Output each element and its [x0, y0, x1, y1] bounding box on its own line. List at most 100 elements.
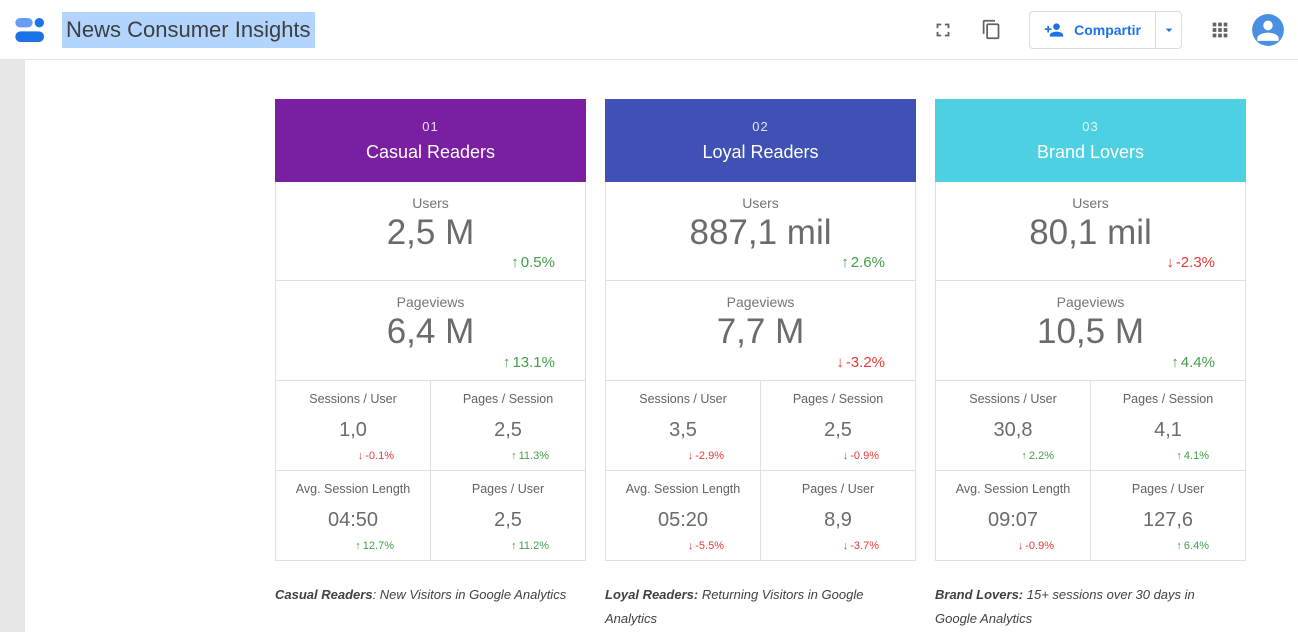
metric-pages-per-user: Pages / User 127,6 6.4% — [1091, 471, 1245, 560]
share-button[interactable]: Compartir — [1030, 12, 1155, 48]
metric-pages-per-user: Pages / User 8,9 -3.7% — [761, 471, 915, 560]
trend-up-icon — [1021, 450, 1027, 462]
metric-value: 10,5 M — [936, 312, 1245, 352]
metric-label: Sessions / User — [936, 381, 1090, 406]
segment-card-header: 02 Loyal Readers — [605, 99, 916, 182]
trend-down-icon — [843, 450, 849, 462]
header-actions: Compartir — [927, 11, 1284, 49]
segment-footnote-term: Brand Lovers: — [935, 587, 1023, 602]
trend-down-icon — [688, 540, 694, 552]
segment-number: 02 — [752, 119, 768, 134]
segment-footnote: Brand Lovers: 15+ sessions over 30 days … — [935, 583, 1227, 631]
metric-label: Avg. Session Length — [606, 471, 760, 496]
apps-grid-icon — [1209, 19, 1231, 41]
metric-change: 4.4% — [1171, 354, 1215, 371]
metric-label: Pageviews — [936, 281, 1245, 310]
metric-label: Pages / Session — [761, 381, 915, 406]
segment-footnote: Casual Readers: New Visitors in Google A… — [275, 583, 567, 607]
metric-pageviews: Pageviews 7,7 M -3.2% — [606, 281, 915, 380]
report-main: 01 Casual Readers Users 2,5 M 0.5% Pagev… — [0, 60, 1298, 632]
metric-users: Users 887,1 mil 2.6% — [606, 182, 915, 280]
metric-pages-per-session: Pages / Session 2,5 -0.9% — [761, 381, 915, 470]
metric-avg-session-length: Avg. Session Length 05:20 -5.5% — [606, 471, 760, 560]
copy-report-button[interactable] — [975, 14, 1007, 46]
chevron-down-icon — [1161, 22, 1177, 38]
fullscreen-icon — [932, 19, 954, 41]
metric-users: Users 2,5 M 0.5% — [276, 182, 585, 280]
metric-change: -3.7% — [843, 540, 879, 552]
trend-down-icon — [843, 540, 849, 552]
segment-card: 01 Casual Readers Users 2,5 M 0.5% Pagev… — [275, 99, 586, 631]
trend-down-icon — [688, 450, 694, 462]
metric-avg-session-length: Avg. Session Length 09:07 -0.9% — [936, 471, 1090, 560]
segment-footnote-term: Loyal Readers: — [605, 587, 698, 602]
metric-label: Avg. Session Length — [936, 471, 1090, 496]
metric-change-value: 13.1% — [512, 354, 555, 371]
copy-pages-icon — [981, 19, 1002, 40]
trend-up-icon — [511, 450, 517, 462]
metric-avg-session-length: Avg. Session Length 04:50 12.7% — [276, 471, 430, 560]
metric-pages-per-session: Pages / Session 4,1 4.1% — [1091, 381, 1245, 470]
metric-change-value: 4.4% — [1181, 354, 1215, 371]
trend-down-icon — [836, 354, 844, 371]
metric-change: -5.5% — [688, 540, 724, 552]
trend-up-icon — [511, 254, 519, 271]
trend-down-icon — [1018, 540, 1024, 552]
share-button-group: Compartir — [1029, 11, 1182, 49]
segment-name: Brand Lovers — [1037, 142, 1144, 163]
trend-up-icon — [1171, 354, 1179, 371]
canvas-gutter — [0, 60, 25, 632]
metric-value: 2,5 M — [276, 213, 585, 253]
metric-change-value: -2.3% — [1176, 254, 1215, 271]
metric-label: Pages / User — [1091, 471, 1245, 496]
metric-value: 04:50 — [276, 509, 430, 532]
segment-number: 03 — [1082, 119, 1098, 134]
metric-change-value: 4.1% — [1184, 450, 1209, 462]
metric-label: Avg. Session Length — [276, 471, 430, 496]
fullscreen-button[interactable] — [927, 14, 959, 46]
segment-footnote: Loyal Readers: Returning Visitors in Goo… — [605, 583, 897, 631]
metric-change-value: -3.7% — [850, 540, 879, 552]
segment-number: 01 — [422, 119, 438, 134]
metric-label: Pageviews — [276, 281, 585, 310]
metric-label: Users — [276, 182, 585, 211]
metric-pages-per-user: Pages / User 2,5 11.2% — [431, 471, 585, 560]
trend-up-icon — [1176, 540, 1182, 552]
metric-change-value: -2.9% — [695, 450, 724, 462]
metric-change: 11.3% — [511, 450, 549, 462]
metric-change-value: -5.5% — [695, 540, 724, 552]
user-avatar[interactable] — [1252, 14, 1284, 46]
metric-label: Users — [936, 182, 1245, 211]
segment-card-body: Users 2,5 M 0.5% Pageviews 6,4 M 13.1% S… — [275, 182, 586, 561]
metric-change-value: -0.9% — [850, 450, 879, 462]
metric-change-value: -0.1% — [365, 450, 394, 462]
segment-name: Casual Readers — [366, 142, 495, 163]
metric-change: -0.1% — [358, 450, 394, 462]
report-title[interactable]: News Consumer Insights — [62, 12, 315, 48]
trend-up-icon — [503, 354, 511, 371]
metric-change: 12.7% — [355, 540, 394, 552]
metric-change: -0.9% — [843, 450, 879, 462]
metric-value: 09:07 — [936, 509, 1090, 532]
metric-change-value: 11.3% — [519, 450, 549, 462]
apps-grid-button[interactable] — [1204, 14, 1236, 46]
segment-card: 02 Loyal Readers Users 887,1 mil 2.6% Pa… — [605, 99, 916, 631]
metric-value: 887,1 mil — [606, 213, 915, 253]
metric-label: Sessions / User — [276, 381, 430, 406]
metric-value: 127,6 — [1091, 509, 1245, 532]
metric-sessions-per-user: Sessions / User 3,5 -2.9% — [606, 381, 760, 470]
metric-label: Pageviews — [606, 281, 915, 310]
segment-footnote-text: : New Visitors in Google Analytics — [373, 587, 567, 602]
share-dropdown-button[interactable] — [1155, 12, 1181, 48]
metric-change: 2.2% — [1021, 450, 1054, 462]
metric-change-value: 2.6% — [851, 254, 885, 271]
metric-value: 6,4 M — [276, 312, 585, 352]
metric-label: Pages / User — [761, 471, 915, 496]
metric-change: 13.1% — [503, 354, 555, 371]
metric-label: Pages / User — [431, 471, 585, 496]
metric-value: 1,0 — [276, 419, 430, 442]
app-header: News Consumer Insights Compartir — [0, 0, 1298, 60]
trend-up-icon — [841, 254, 849, 271]
metric-value: 2,5 — [431, 419, 585, 442]
metric-label: Users — [606, 182, 915, 211]
